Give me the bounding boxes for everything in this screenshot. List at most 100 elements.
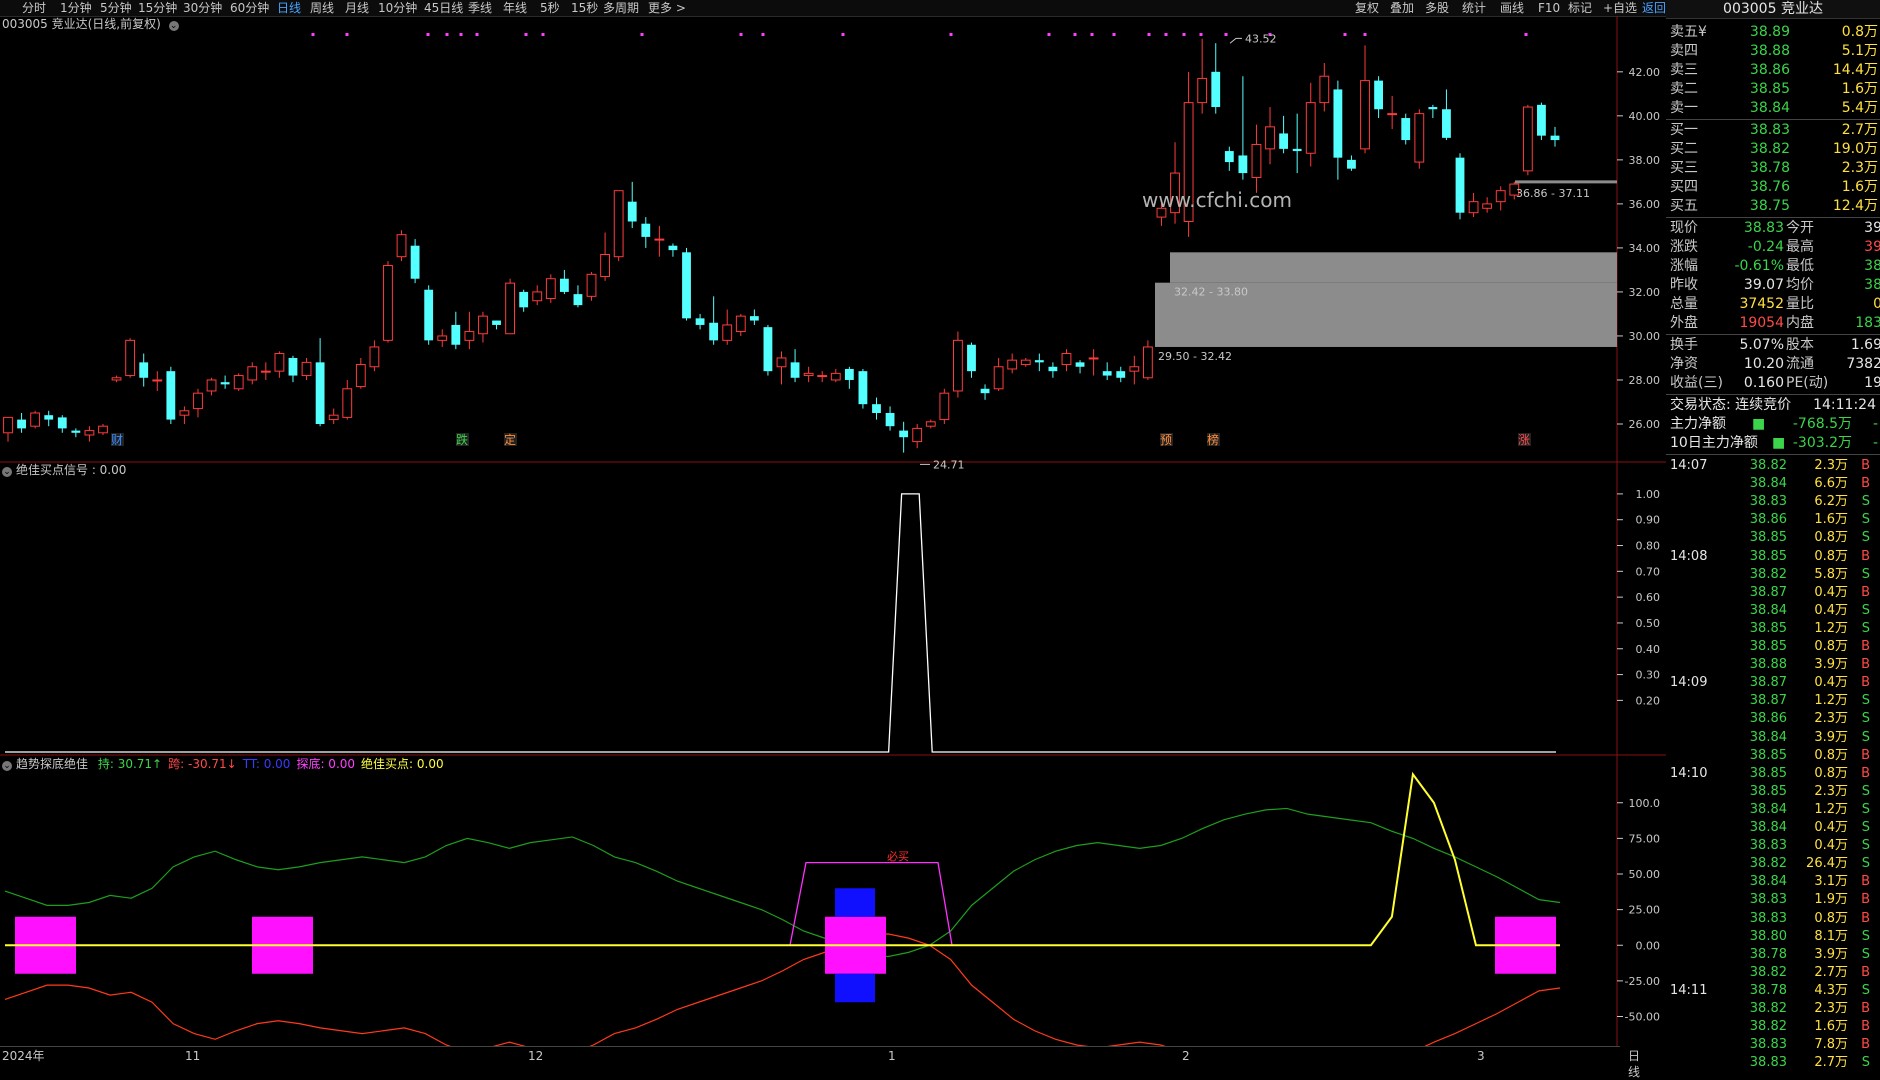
stat-label: 涨幅 bbox=[1670, 258, 1698, 274]
chevron-down-icon[interactable]: ⌄ bbox=[168, 21, 179, 31]
ask-price: 38.86 bbox=[1749, 62, 1790, 78]
date-label: 12 bbox=[528, 1049, 544, 1063]
toolbar-button-6[interactable]: 标记 bbox=[1568, 0, 1592, 16]
candle-body bbox=[111, 377, 122, 381]
period-tab-10[interactable]: 45日线 bbox=[424, 0, 463, 16]
candle bbox=[30, 410, 41, 429]
candle bbox=[1007, 353, 1018, 374]
tick-price: 38.83 bbox=[1749, 494, 1787, 510]
tick-side: B bbox=[1861, 476, 1870, 492]
tick-side: S bbox=[1861, 693, 1870, 709]
toolbar-button-0[interactable]: 复权 bbox=[1355, 0, 1379, 16]
candle bbox=[1482, 197, 1493, 213]
tick-time: 14:09 bbox=[1670, 675, 1708, 691]
period-tab-3[interactable]: 15分钟 bbox=[138, 0, 177, 16]
stat-label: PE(动) bbox=[1786, 375, 1829, 391]
legend-item-1: 跨: -30.71↓ bbox=[168, 757, 237, 771]
period-tab-11[interactable]: 季线 bbox=[468, 0, 492, 16]
tick-row: 38.82 2.3万 B bbox=[1666, 1000, 1880, 1018]
candle-body bbox=[1305, 102, 1316, 154]
stat-value: 19 bbox=[1864, 375, 1880, 391]
collapse-icon[interactable]: ⌄ bbox=[2, 467, 12, 477]
tick-side: B bbox=[1861, 458, 1870, 473]
tick-side: S bbox=[1861, 530, 1870, 546]
period-tab-14[interactable]: 15秒 bbox=[571, 0, 598, 16]
candle bbox=[179, 406, 190, 424]
period-tab-8[interactable]: 月线 bbox=[345, 0, 369, 16]
signal-dot bbox=[1363, 33, 1367, 36]
tick-volume: 1.6万 bbox=[1814, 1019, 1848, 1035]
candle-body bbox=[369, 346, 380, 368]
divider bbox=[1666, 217, 1880, 218]
candle-body bbox=[437, 335, 448, 341]
tick-price: 38.87 bbox=[1749, 584, 1787, 600]
period-tab-9[interactable]: 10分钟 bbox=[378, 0, 417, 16]
candle bbox=[342, 379, 353, 420]
period-tab-6[interactable]: 日线 bbox=[277, 0, 301, 16]
stat-label: 均价 bbox=[1786, 277, 1814, 293]
collapse-icon[interactable]: ⌄ bbox=[2, 761, 12, 771]
candle bbox=[328, 408, 339, 424]
period-tab-5[interactable]: 60分钟 bbox=[230, 0, 269, 16]
toolbar-button-1[interactable]: 叠加 bbox=[1390, 0, 1414, 16]
period-tab-7[interactable]: 周线 bbox=[310, 0, 334, 16]
candle bbox=[44, 410, 54, 427]
stat-label: 净资 bbox=[1670, 356, 1698, 372]
tick-side: S bbox=[1861, 1055, 1870, 1071]
candle bbox=[858, 368, 868, 409]
stat-row: 换手 5.07% 股本 1.69 bbox=[1666, 336, 1880, 355]
period-tab-16[interactable]: 更多 > bbox=[648, 0, 686, 16]
toolbar-button-4[interactable]: 画线 bbox=[1500, 0, 1524, 16]
chart-area[interactable]: 42.00 40.00 38.00 36.00 34.00 32.00 30.00 28.00… bbox=[0, 16, 1666, 1046]
cross-line bbox=[4, 933, 1561, 1046]
tick-row: 14:09 38.87 0.4万 B bbox=[1666, 674, 1880, 692]
candle-body bbox=[1129, 366, 1140, 372]
candle-body bbox=[1224, 151, 1234, 163]
tick-time: 14:07 bbox=[1670, 458, 1708, 473]
tick-volume: 0.8万 bbox=[1814, 910, 1848, 926]
stat-label: 流通 bbox=[1786, 356, 1814, 372]
period-tab-15[interactable]: 多周期 bbox=[603, 0, 639, 16]
candle-body bbox=[1347, 159, 1356, 169]
stat-value: 39 bbox=[1864, 220, 1880, 236]
candle bbox=[735, 313, 746, 336]
toolbar-button-5[interactable]: F10 bbox=[1538, 0, 1560, 16]
bid-price: 38.76 bbox=[1749, 179, 1790, 195]
period-tab-0[interactable]: 分时 bbox=[22, 0, 46, 16]
toolbar-button-7[interactable]: +自选 bbox=[1603, 0, 1637, 16]
main-title-text: 003005 竞业达(日线,前复权) bbox=[2, 17, 161, 31]
ask-label: 卖二 bbox=[1670, 81, 1698, 97]
flow-bar-icon: ■ bbox=[1752, 416, 1766, 432]
candle-body bbox=[315, 362, 325, 424]
toolbar-button-2[interactable]: 多股 bbox=[1425, 0, 1449, 16]
signal-dot bbox=[1343, 33, 1347, 36]
period-tab-12[interactable]: 年线 bbox=[503, 0, 527, 16]
stat-label: 最高 bbox=[1786, 239, 1814, 255]
stat-row: 涨跌 -0.24 最高 39 bbox=[1666, 238, 1880, 257]
tick-volume: 0.4万 bbox=[1814, 820, 1848, 835]
period-tab-1[interactable]: 1分钟 bbox=[60, 0, 92, 16]
period-tab-4[interactable]: 30分钟 bbox=[183, 0, 222, 16]
tick-price: 38.84 bbox=[1749, 801, 1787, 817]
candle-body bbox=[424, 289, 434, 341]
stat-value: 39.07 bbox=[1743, 277, 1784, 293]
candle bbox=[1211, 43, 1221, 114]
signal-tick-label: 0.40 bbox=[1636, 643, 1661, 656]
tick-side: S bbox=[1861, 711, 1870, 727]
stat-label: 现价 bbox=[1670, 220, 1698, 236]
tick-price: 38.85 bbox=[1749, 548, 1787, 564]
tick-side: S bbox=[1861, 801, 1870, 817]
tick-price: 38.85 bbox=[1749, 747, 1787, 763]
toolbar-button-3[interactable]: 统计 bbox=[1462, 0, 1486, 16]
tick-row: 38.85 0.8万 B bbox=[1666, 747, 1880, 765]
price-tick-label: 28.00 bbox=[1629, 374, 1661, 387]
period-tab-13[interactable]: 5秒 bbox=[540, 0, 560, 16]
stat-label: 内盘 bbox=[1786, 315, 1814, 331]
tick-row: 38.87 0.4万 B bbox=[1666, 584, 1880, 602]
period-tab-2[interactable]: 5分钟 bbox=[100, 0, 132, 16]
candle-body bbox=[763, 327, 773, 372]
toolbar-button-8[interactable]: 返回 bbox=[1642, 0, 1666, 16]
candle-body bbox=[1495, 190, 1506, 203]
tick-volume: 0.4万 bbox=[1814, 675, 1848, 691]
candle-body bbox=[1387, 113, 1398, 116]
